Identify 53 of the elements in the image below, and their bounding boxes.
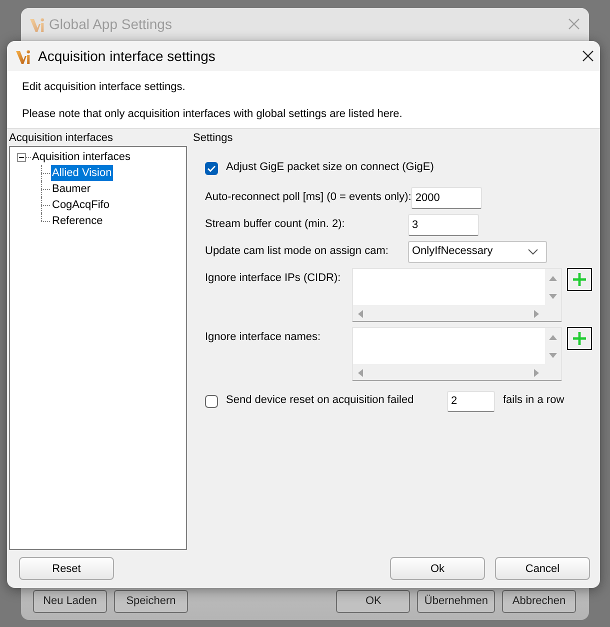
number-field[interactable]: 2	[447, 390, 495, 412]
option-label: Adjust GigE packet size on connect (GigE)	[226, 161, 434, 175]
add-button[interactable]	[567, 327, 592, 350]
field-label: Ignore interface IPs (CIDR):	[205, 271, 342, 286]
tree-item[interactable]: Aquisition interfaces	[31, 149, 132, 165]
tree-item[interactable]: CogAcqFifo	[51, 197, 110, 213]
info-text: Edit acquisition interface settings.	[22, 80, 186, 95]
dialog-title: Acquisition interface settings	[38, 48, 216, 64]
list-box[interactable]	[352, 268, 562, 322]
tree-item[interactable]: Allied Vision	[51, 165, 113, 181]
number-field[interactable]: 2000	[411, 187, 482, 209]
field-suffix: fails in a row	[503, 394, 564, 408]
scroll-right-arrow-icon[interactable]	[534, 368, 539, 376]
button[interactable]: Cancel	[495, 557, 590, 580]
button[interactable]: Speichern	[114, 590, 188, 613]
panel-label: Acquisition interfaces	[9, 131, 114, 146]
plus-icon	[573, 273, 586, 286]
scroll-left-arrow-icon[interactable]	[358, 368, 363, 376]
list-box[interactable]	[352, 327, 562, 381]
app-logo-icon	[30, 16, 45, 32]
chevron-down-icon	[528, 249, 538, 255]
tree-item[interactable]: Reference	[51, 213, 104, 229]
info-text: Please note that only acquisition interfaces with global settings are listed here.	[22, 107, 404, 122]
scroll-up-arrow-icon[interactable]	[549, 334, 557, 340]
button[interactable]: Reset	[19, 557, 114, 580]
close-icon[interactable]	[582, 50, 594, 62]
scroll-down-arrow-icon[interactable]	[549, 294, 557, 298]
plus-icon	[573, 332, 586, 345]
number-field[interactable]: 3	[408, 214, 479, 236]
field-label: Stream buffer count (min. 2):	[205, 218, 346, 232]
scroll-down-arrow-icon[interactable]	[549, 352, 557, 358]
button[interactable]: Neu Laden	[33, 590, 107, 613]
dropdown[interactable]: OnlyIfNecessary	[408, 241, 547, 263]
panel-label: Settings	[193, 131, 234, 146]
scroll-left-arrow-icon[interactable]	[358, 310, 363, 318]
button[interactable]: Ok	[390, 557, 485, 580]
checkbox[interactable]	[205, 162, 218, 174]
button[interactable]: OK	[336, 590, 410, 613]
checkbox[interactable]	[205, 394, 218, 408]
minus-box-icon[interactable]	[17, 152, 26, 162]
field-label: Ignore interface names:	[205, 330, 322, 344]
add-button[interactable]	[567, 268, 592, 291]
tree-item[interactable]: Baumer	[51, 181, 92, 197]
dropdown-value: OnlyIfNecessary	[412, 245, 493, 259]
scroll-up-arrow-icon[interactable]	[549, 276, 557, 280]
scroll-right-arrow-icon[interactable]	[534, 310, 539, 318]
field-label: Update cam list mode on assign cam:	[205, 245, 390, 259]
option-label: Send device reset on acquisition failed	[226, 394, 415, 408]
button[interactable]: Übernehmen	[417, 590, 495, 613]
window-title: Global App Settings	[49, 16, 172, 32]
app-logo-icon	[16, 48, 31, 64]
field-label: Auto-reconnect poll [ms] (0 = events only):	[205, 191, 412, 205]
button[interactable]: Abbrechen	[502, 590, 576, 613]
